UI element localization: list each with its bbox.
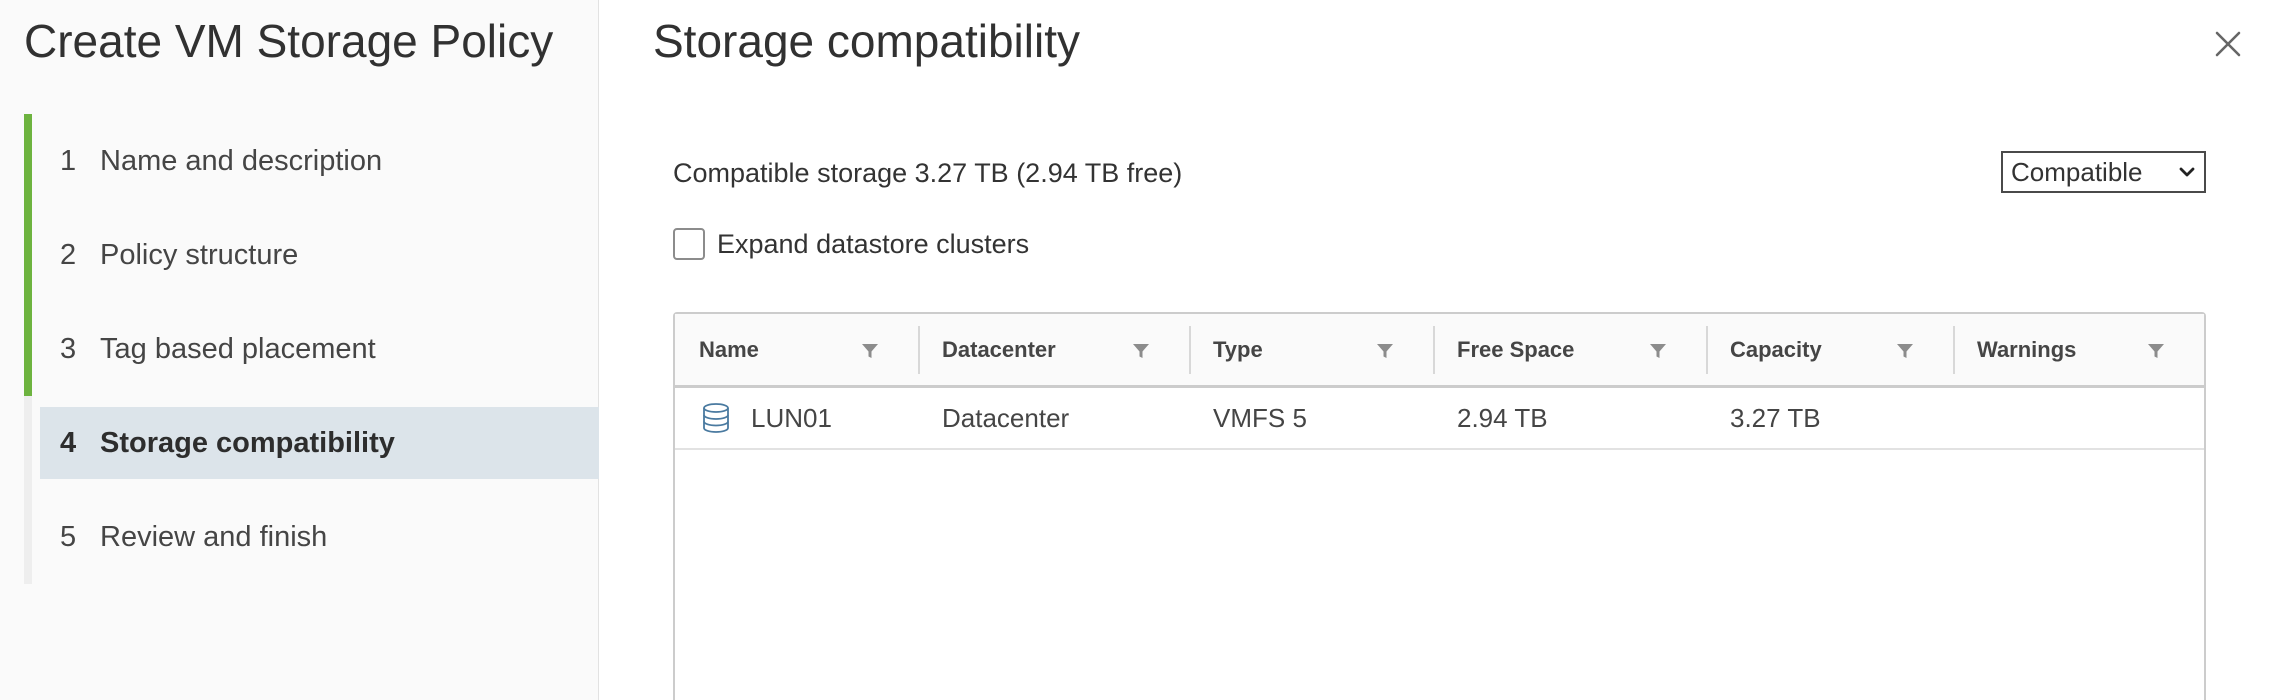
compatible-storage-summary: Compatible storage 3.27 TB (2.94 TB free… bbox=[673, 158, 1183, 188]
column-header-name[interactable]: Name bbox=[675, 314, 918, 385]
wizard-steps: 1 Name and description 2 Policy structur… bbox=[24, 114, 599, 584]
table-row[interactable]: LUN01 Datacenter VMFS 5 2.94 TB 3.27 TB bbox=[675, 388, 2204, 450]
close-button[interactable] bbox=[2206, 22, 2250, 66]
column-label: Type bbox=[1213, 336, 1263, 362]
select-value: Compatible bbox=[2011, 156, 2143, 187]
step-tag-based-placement[interactable]: 3 Tag based placement bbox=[24, 302, 599, 396]
step-label: Tag based placement bbox=[100, 332, 376, 365]
checkbox[interactable] bbox=[673, 228, 705, 260]
step-review-and-finish[interactable]: 5 Review and finish bbox=[32, 490, 599, 584]
step-number: 5 bbox=[60, 520, 77, 553]
step-number: 1 bbox=[60, 144, 77, 177]
column-header-free-space[interactable]: Free Space bbox=[1433, 314, 1706, 385]
filter-icon[interactable] bbox=[2146, 341, 2166, 361]
step-label: Policy structure bbox=[100, 238, 299, 271]
wizard-title: Create VM Storage Policy bbox=[24, 15, 554, 67]
storage-datagrid: Name Datacenter Type Free Space Capacity bbox=[673, 312, 2206, 700]
column-label: Name bbox=[699, 336, 759, 362]
wizard-content: Storage compatibility Compatible storage… bbox=[599, 0, 2272, 700]
step-storage-compatibility[interactable]: 4 Storage compatibility bbox=[40, 407, 599, 479]
column-header-capacity[interactable]: Capacity bbox=[1706, 314, 1953, 385]
step-label: Review and finish bbox=[100, 520, 328, 553]
filter-icon[interactable] bbox=[1375, 341, 1395, 361]
step-number: 4 bbox=[60, 426, 77, 459]
cell-type: VMFS 5 bbox=[1213, 402, 1307, 433]
expand-datastore-clusters-checkbox[interactable]: Expand datastore clusters bbox=[673, 228, 1029, 260]
column-label: Warnings bbox=[1977, 336, 2077, 362]
wizard-nav-panel: Create VM Storage Policy 1 Name and desc… bbox=[0, 0, 599, 700]
column-header-datacenter[interactable]: Datacenter bbox=[918, 314, 1189, 385]
datagrid-header: Name Datacenter Type Free Space Capacity bbox=[675, 314, 2204, 388]
cell-datacenter: Datacenter bbox=[942, 402, 1070, 433]
create-vm-storage-policy-wizard: Create VM Storage Policy 1 Name and desc… bbox=[0, 0, 2272, 700]
column-label: Free Space bbox=[1457, 336, 1575, 362]
step-label: Name and description bbox=[100, 144, 383, 177]
column-header-warnings[interactable]: Warnings bbox=[1953, 314, 2204, 385]
cell-name: LUN01 bbox=[675, 388, 918, 448]
filter-icon[interactable] bbox=[1895, 341, 1915, 361]
step-label: Storage compatibility bbox=[100, 426, 395, 459]
step-name-and-description[interactable]: 1 Name and description bbox=[24, 114, 599, 208]
cell-capacity: 3.27 TB bbox=[1730, 402, 1821, 433]
step-policy-structure[interactable]: 2 Policy structure bbox=[24, 208, 599, 302]
filter-icon[interactable] bbox=[860, 341, 880, 361]
filter-icon[interactable] bbox=[1131, 341, 1151, 361]
column-label: Capacity bbox=[1730, 336, 1822, 362]
chevron-down-icon bbox=[2179, 167, 2195, 177]
cell-warnings bbox=[1953, 388, 2204, 448]
step-number: 3 bbox=[60, 332, 77, 365]
column-header-type[interactable]: Type bbox=[1189, 314, 1433, 385]
page-title: Storage compatibility bbox=[653, 15, 1080, 67]
datastore-icon bbox=[703, 403, 729, 433]
checkbox-label: Expand datastore clusters bbox=[717, 228, 1030, 259]
close-icon bbox=[2215, 31, 2241, 57]
filter-icon[interactable] bbox=[1648, 341, 1668, 361]
cell-free-space: 2.94 TB bbox=[1457, 402, 1548, 433]
step-number: 2 bbox=[60, 238, 77, 271]
compatibility-filter-select[interactable]: Compatible bbox=[2001, 151, 2206, 193]
column-label: Datacenter bbox=[942, 336, 1056, 362]
datastore-name[interactable]: LUN01 bbox=[751, 403, 832, 434]
